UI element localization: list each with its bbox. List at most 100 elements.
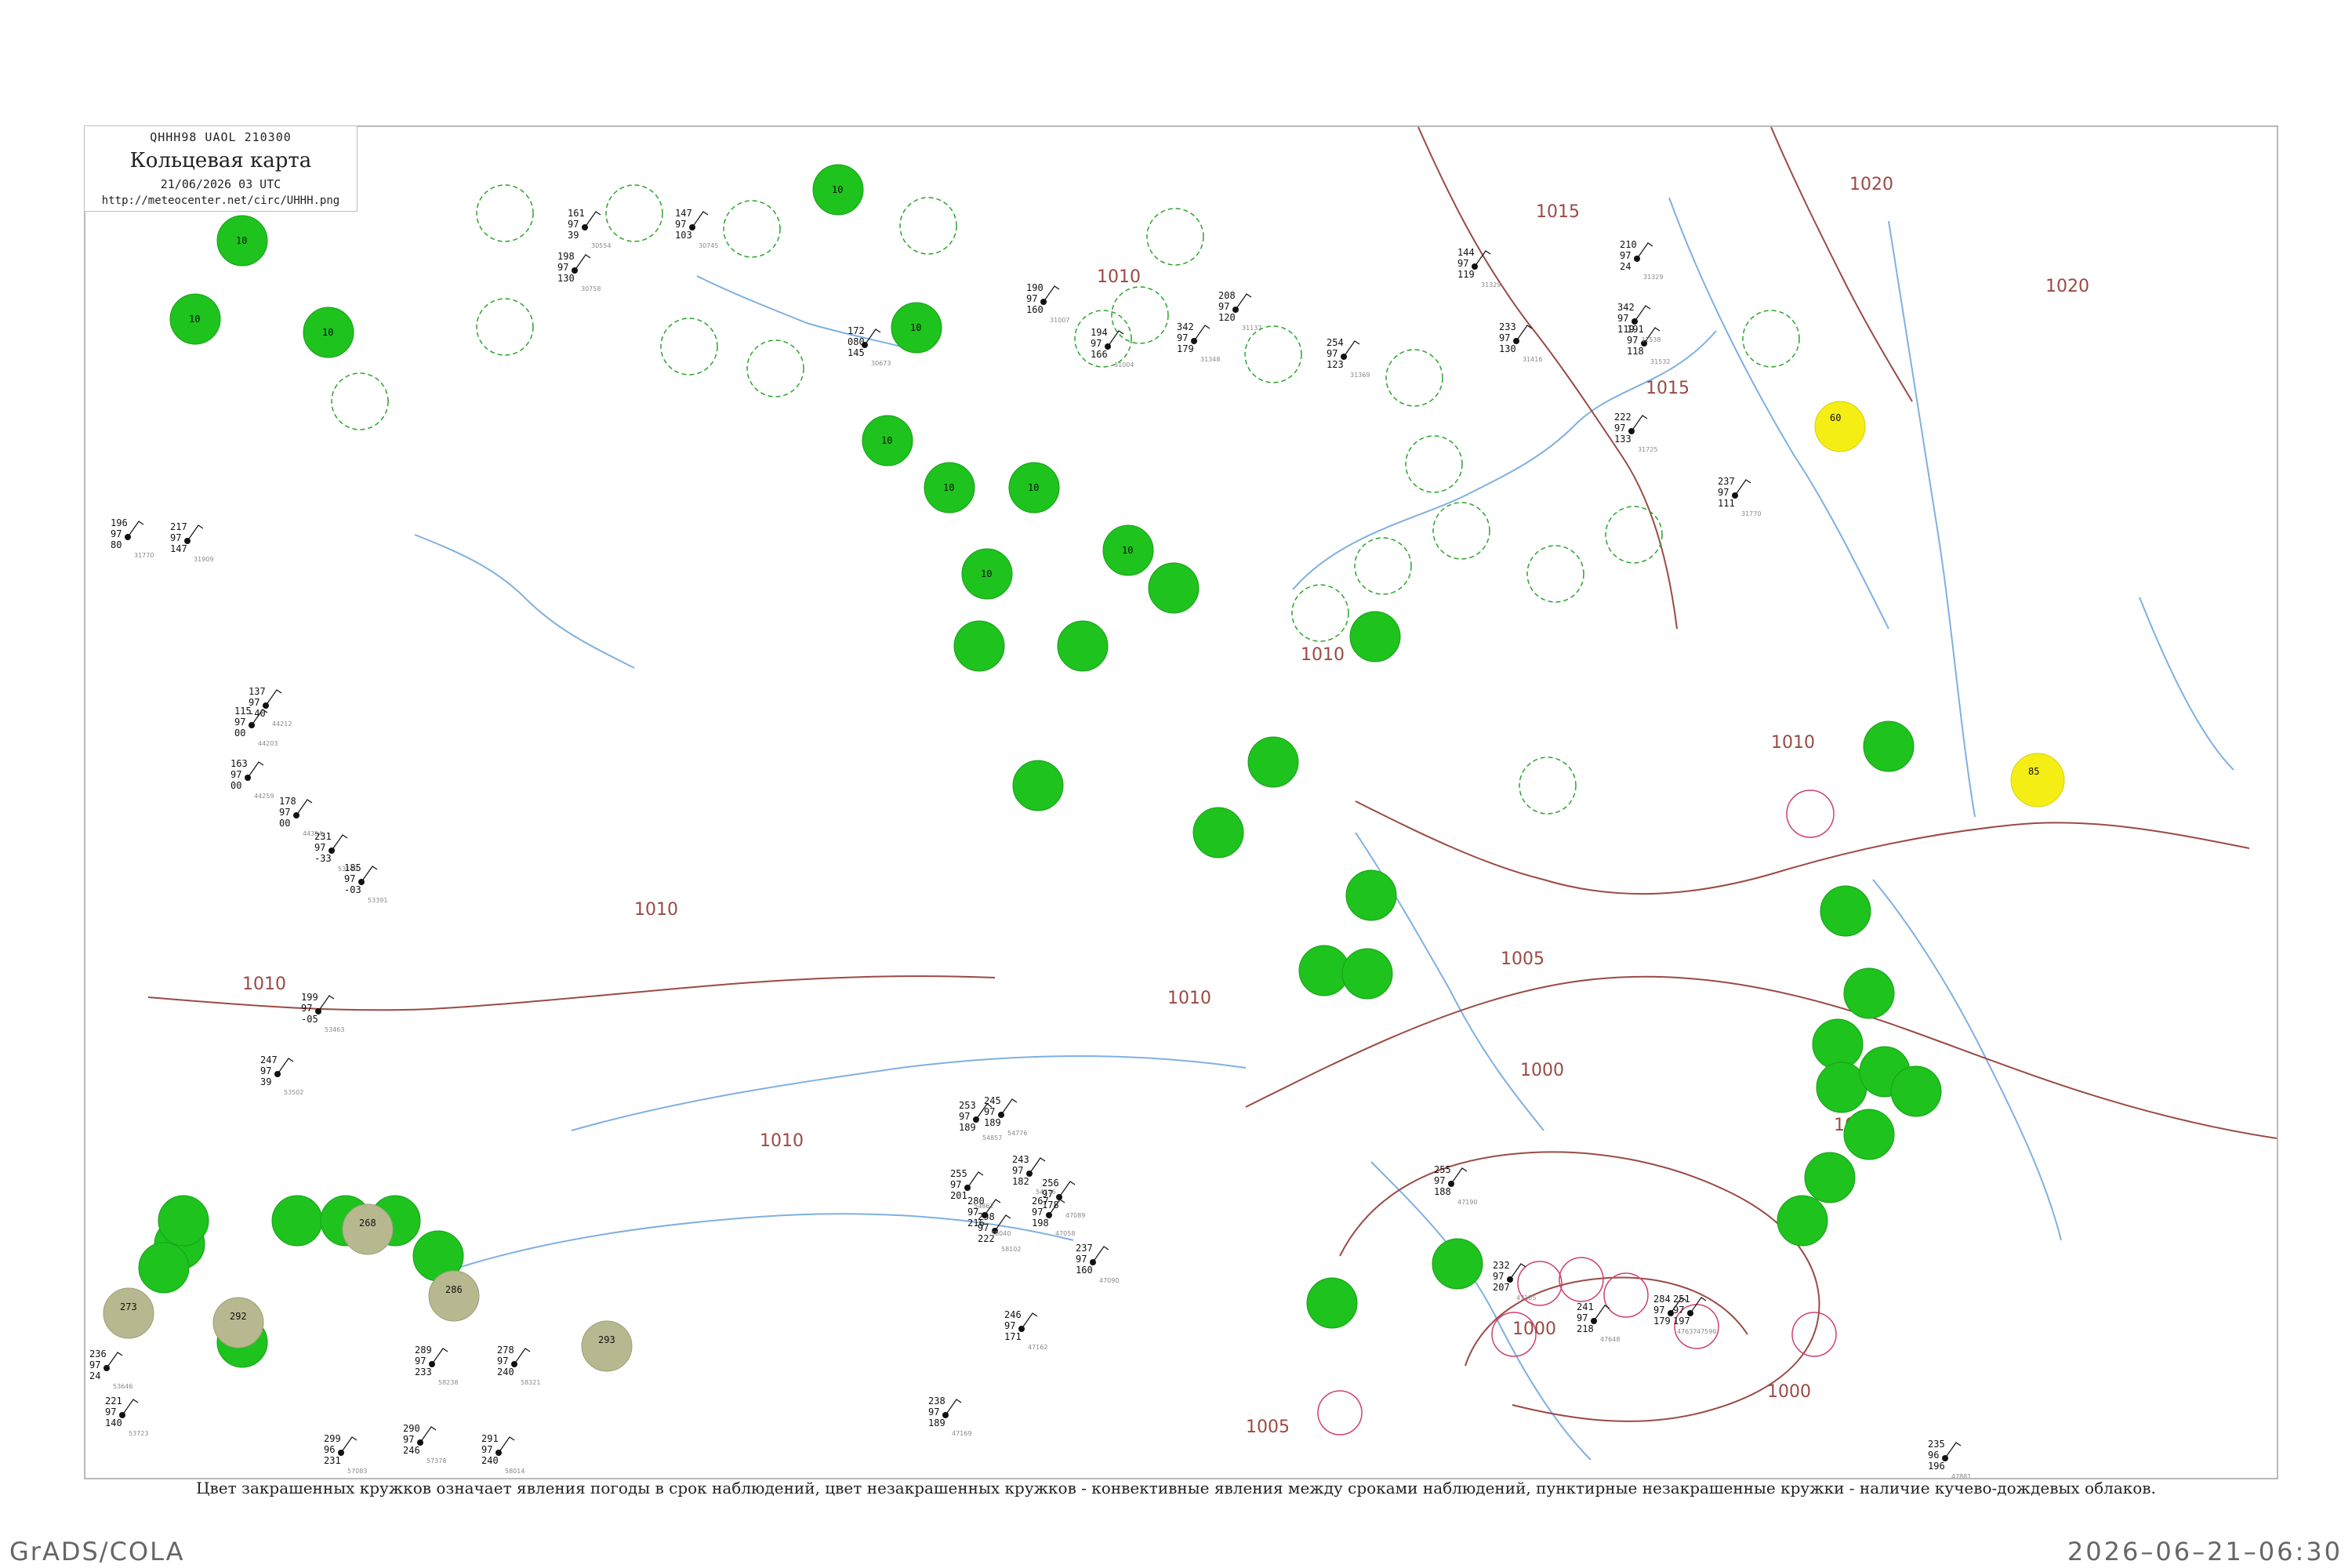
station-value-t: 97 bbox=[1218, 301, 1229, 312]
wind-barb bbox=[1450, 1167, 1468, 1185]
station-plot: 18597-03 53391 bbox=[344, 862, 387, 904]
station-value-d: 240 bbox=[497, 1367, 514, 1377]
isobar-label: 1005 bbox=[1501, 949, 1544, 969]
wind-barb bbox=[1000, 1098, 1018, 1116]
station-value-t: 97 bbox=[1499, 332, 1510, 343]
station-id: 30673 bbox=[871, 360, 891, 367]
station-value-d: 147 bbox=[170, 543, 187, 554]
wind-barb bbox=[296, 799, 313, 816]
wind-barb bbox=[122, 1399, 139, 1416]
station-plot: 19997-05 53463 bbox=[301, 992, 344, 1033]
rain-circle-label: 10 bbox=[236, 235, 247, 246]
station-plot: 29097246 57378 bbox=[403, 1423, 446, 1465]
station-plot: 21797147 31909 bbox=[170, 521, 213, 563]
station-value-t: 97 bbox=[1026, 293, 1037, 304]
wind-barb bbox=[277, 1058, 294, 1075]
station-plot: 23797160 47090 bbox=[1076, 1243, 1119, 1284]
station-value-p: 144 bbox=[1457, 247, 1475, 258]
station-value-p: 237 bbox=[1718, 476, 1735, 487]
thunder-circle bbox=[1317, 1390, 1363, 1436]
station-value-d: 189 bbox=[984, 1117, 1001, 1128]
station-plot: 28997233 58238 bbox=[415, 1345, 458, 1386]
wind-barb bbox=[1631, 415, 1648, 432]
station-value-d: 218 bbox=[1577, 1323, 1594, 1334]
cb-circles bbox=[331, 184, 1800, 815]
station-value-t: 97 bbox=[1614, 423, 1625, 434]
wind-barb bbox=[419, 1426, 437, 1443]
rain-circle bbox=[271, 1195, 323, 1247]
station-value-p: 194 bbox=[1091, 327, 1108, 338]
station-plot: 27897240 58321 bbox=[497, 1345, 540, 1386]
station-value-p: 255 bbox=[1434, 1164, 1451, 1175]
station-id: 57083 bbox=[347, 1468, 367, 1475]
station-id: 31725 bbox=[1638, 446, 1657, 453]
station-id: 47162 bbox=[1028, 1344, 1047, 1351]
station-value-d: 189 bbox=[928, 1417, 946, 1428]
isobar-1020 bbox=[1770, 127, 1913, 402]
isobar-1010-a bbox=[1355, 800, 2250, 895]
isobar-label: 1010 bbox=[1771, 733, 1815, 753]
station-plot: 23397130 31416 bbox=[1499, 321, 1542, 363]
station-id: 47058 bbox=[1055, 1230, 1075, 1237]
station-value-t: 97 bbox=[568, 219, 579, 230]
station-value-t: 97 bbox=[230, 769, 241, 780]
wind-barb bbox=[1092, 1246, 1109, 1263]
station-value-d: 179 bbox=[1177, 343, 1194, 354]
rain-circle bbox=[138, 1242, 190, 1294]
station-value-p: 115 bbox=[234, 706, 252, 717]
isobar-1005 bbox=[1245, 975, 2277, 1139]
station-value-d: 231 bbox=[324, 1455, 341, 1466]
station-value-p: 237 bbox=[1076, 1243, 1093, 1254]
station-value-d: 120 bbox=[1218, 312, 1236, 323]
station-plot: 14497119 31329 bbox=[1457, 247, 1501, 289]
station-id: 31416 bbox=[1523, 356, 1542, 363]
cb-circle bbox=[1405, 435, 1463, 493]
station-plots: 1619739305541479710330745198971303075817… bbox=[89, 208, 1971, 1478]
station-id: 31770 bbox=[134, 552, 154, 559]
station-id: 44259 bbox=[254, 793, 274, 800]
station-value-p: 233 bbox=[1499, 321, 1516, 332]
station-value-d: 103 bbox=[675, 230, 692, 241]
map-canvas: 1020 1020 1015 1015 1010 1010 1010 1010 … bbox=[89, 127, 2277, 1478]
station-value-t: 97 bbox=[415, 1356, 426, 1367]
wind-barb bbox=[1107, 330, 1124, 347]
haze-circle-label: 293 bbox=[598, 1334, 615, 1345]
rain-circle bbox=[1012, 760, 1064, 811]
station-value-t: 97 bbox=[279, 807, 290, 818]
station-id: 54776 bbox=[1007, 1130, 1027, 1137]
isobars bbox=[147, 127, 2277, 1422]
station-value-t: 97 bbox=[111, 528, 122, 539]
station-id: 44203 bbox=[258, 740, 278, 747]
fog-circles bbox=[1814, 401, 2065, 808]
station-id: 31770 bbox=[1741, 510, 1761, 517]
station-value-d: 24 bbox=[1620, 261, 1631, 272]
wind-barb bbox=[1634, 305, 1651, 322]
footer-credit: GrADS/COLA bbox=[9, 1537, 185, 1566]
station-value-t: 97 bbox=[1434, 1175, 1445, 1186]
station-id: 47185 bbox=[1516, 1294, 1536, 1301]
rain-circle bbox=[1812, 1018, 1864, 1070]
map-date: 21/06/2026 03 UTC bbox=[160, 177, 281, 191]
isobar-label: 1015 bbox=[1646, 379, 1690, 398]
station-id: 58014 bbox=[505, 1468, 524, 1475]
isobar-label: 1005 bbox=[1246, 1417, 1290, 1437]
wind-barb bbox=[431, 1348, 448, 1365]
station-value-p: 342 bbox=[1617, 302, 1635, 313]
station-id: 47881 bbox=[1951, 1473, 1971, 1478]
rain-circle-label: 10 bbox=[1122, 545, 1133, 556]
station-value-d: 197 bbox=[1673, 1316, 1690, 1327]
station-value-d: 178 bbox=[1042, 1200, 1059, 1210]
station-value-d: 80 bbox=[111, 539, 122, 550]
rain-circle-label: 10 bbox=[832, 184, 843, 195]
station-value-d: 240 bbox=[481, 1455, 499, 1466]
station-value-p: 246 bbox=[1004, 1309, 1022, 1320]
rain-circle bbox=[1843, 967, 1895, 1019]
station-id: 47648 bbox=[1600, 1336, 1620, 1343]
isobar-label: 1000 bbox=[1767, 1382, 1811, 1402]
station-value-t: 97 bbox=[984, 1106, 995, 1117]
station-value-d: 201 bbox=[950, 1190, 967, 1201]
station-plot: 23596196 47881 bbox=[1928, 1439, 1971, 1478]
station-value-d: 130 bbox=[1499, 343, 1516, 354]
wind-barb bbox=[584, 211, 601, 228]
water-features bbox=[414, 197, 2234, 1461]
